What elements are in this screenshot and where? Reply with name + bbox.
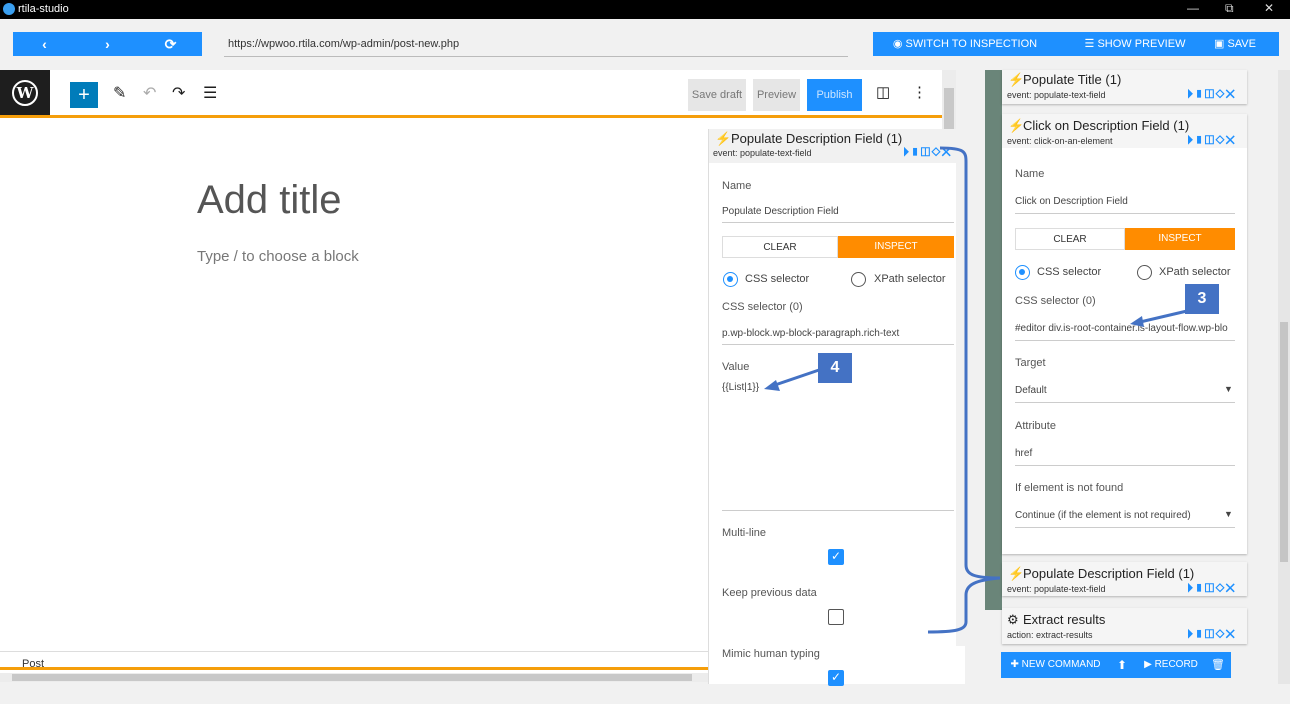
- callout-arrow: [1139, 309, 1188, 324]
- callout-arrow: [774, 368, 820, 387]
- callout-badge-4: 4: [818, 353, 852, 383]
- arrow-head-icon: [764, 380, 780, 391]
- annotation-overlay: [764, 146, 1188, 634]
- bracket-line: [939, 146, 1001, 580]
- bracket-line: [927, 576, 1001, 634]
- callout-badge-3: 3: [1185, 284, 1219, 314]
- arrow-head-icon: [1130, 316, 1144, 327]
